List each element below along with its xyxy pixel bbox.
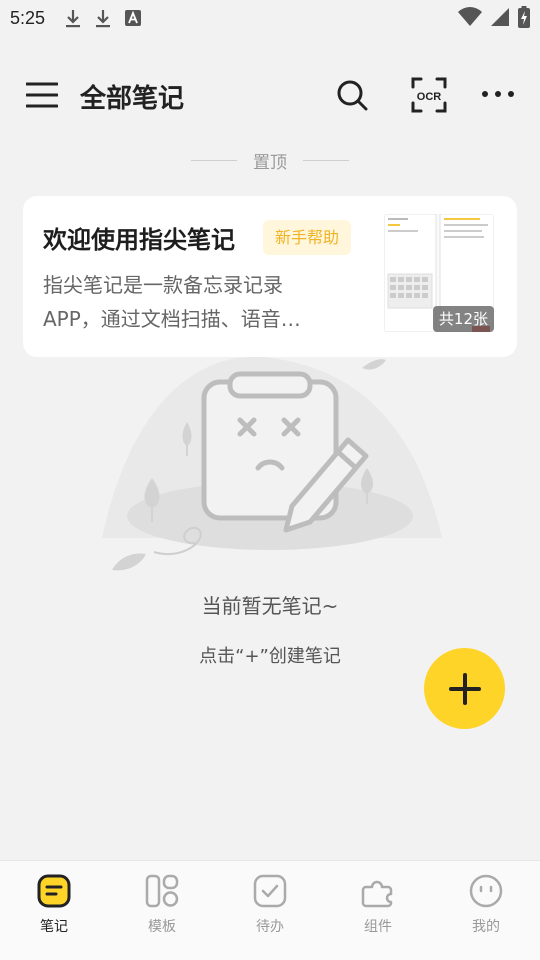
note-preview-line: 指尖笔记是一款备忘录记录 [43, 273, 283, 297]
more-button[interactable] [481, 84, 515, 104]
notes-icon [37, 874, 71, 908]
nav-item-todo[interactable]: 待办 [216, 861, 324, 960]
status-system-icons [458, 6, 530, 28]
nav-item-widgets[interactable]: 组件 [324, 861, 432, 960]
template-icon [145, 874, 179, 908]
ocr-button[interactable]: OCR [411, 76, 447, 114]
empty-notes-illustration [102, 356, 442, 571]
menu-button[interactable] [25, 82, 59, 108]
note-badge: 新手帮助 [263, 220, 352, 255]
profile-face-icon [469, 874, 503, 908]
widget-icon [361, 880, 393, 908]
bottom-navigation: 笔记 模板 待办 组件 我的 [0, 860, 540, 960]
note-preview: 指尖笔记是一款备忘录记录 APP，通过文档扫描、语音… [43, 268, 343, 336]
note-thumbnail: 共12张 [384, 214, 494, 332]
download-icon [66, 10, 81, 28]
font-app-icon [125, 10, 142, 26]
divider-line [191, 159, 237, 161]
signal-icon [491, 8, 509, 26]
pinned-note-card[interactable]: 欢迎使用指尖笔记 新手帮助 指尖笔记是一款备忘录记录 APP，通过文档扫描、语音… [23, 196, 517, 357]
pinned-section-header: 置顶 [0, 148, 540, 173]
empty-state-message: 当前暂无笔记~ [201, 594, 339, 618]
nav-label: 组件 [364, 919, 392, 935]
more-horizontal-icon [482, 91, 514, 97]
app-header: 全部笔记 OCR [0, 70, 540, 122]
nav-label: 模板 [148, 919, 176, 935]
divider-line [303, 159, 349, 161]
search-button[interactable] [335, 78, 369, 112]
nav-item-templates[interactable]: 模板 [108, 861, 216, 960]
add-note-button[interactable] [424, 648, 505, 729]
search-icon [337, 80, 368, 111]
note-title: 欢迎使用指尖笔记 [43, 226, 235, 254]
wifi-icon [458, 7, 482, 27]
page-title: 全部笔记 [80, 84, 185, 114]
status-bar: 5:25 [0, 0, 540, 36]
todo-check-icon [253, 874, 287, 908]
status-notification-icons [65, 8, 142, 28]
download-icon [96, 10, 111, 28]
ocr-label: OCR [417, 91, 442, 103]
note-preview-line: APP，通过文档扫描、语音… [43, 307, 301, 331]
ocr-scan-icon: OCR [411, 77, 447, 113]
pinned-label: 置顶 [253, 152, 287, 173]
nav-label: 笔记 [40, 919, 68, 935]
nav-item-notes[interactable]: 笔记 [0, 861, 108, 960]
status-time: 5:25 [10, 7, 46, 28]
nav-label: 我的 [472, 919, 500, 935]
image-count-badge: 共12张 [432, 306, 494, 332]
nav-label: 待办 [256, 919, 284, 935]
hamburger-menu-icon [25, 82, 59, 108]
plus-icon [448, 672, 481, 705]
battery-charging-icon [518, 6, 530, 28]
nav-item-profile[interactable]: 我的 [432, 861, 540, 960]
